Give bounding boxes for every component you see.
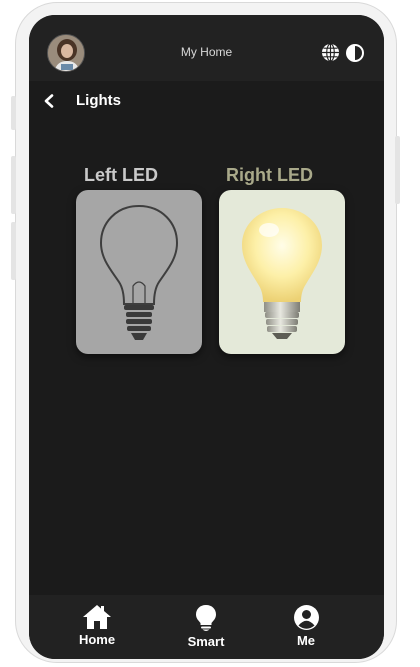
side-button — [11, 156, 16, 214]
page-title: Lights — [76, 92, 121, 109]
nav-home-label: Home — [78, 632, 116, 647]
top-bar: My Home — [29, 15, 384, 81]
bottom-nav: Home Smart Me — [29, 595, 384, 659]
globe-icon[interactable] — [321, 43, 340, 62]
light-toggle-left[interactable] — [76, 190, 202, 354]
nav-me-label: Me — [296, 633, 316, 648]
nav-smart[interactable]: Smart — [166, 595, 246, 659]
app-screen: My Home Lights Left LED Right LED Home S… — [29, 15, 384, 659]
side-button — [395, 136, 400, 204]
light-label-right: Right LED — [226, 165, 313, 185]
page-header: Lights — [29, 81, 384, 121]
nav-home[interactable]: Home — [57, 595, 137, 659]
lightbulb-on-icon — [242, 208, 322, 339]
user-icon — [293, 605, 319, 630]
light-label-left: Left LED — [84, 165, 158, 185]
nav-me[interactable]: Me — [266, 595, 346, 659]
side-button — [11, 222, 16, 280]
chevron-left-icon[interactable] — [43, 94, 55, 108]
lightbulb-icon — [196, 605, 216, 631]
nav-smart-label: Smart — [187, 634, 225, 649]
side-button — [11, 96, 16, 130]
home-icon — [83, 605, 111, 629]
light-toggle-right[interactable] — [219, 190, 345, 354]
lightbulb-off-icon — [99, 204, 179, 340]
contrast-icon[interactable] — [345, 43, 365, 63]
